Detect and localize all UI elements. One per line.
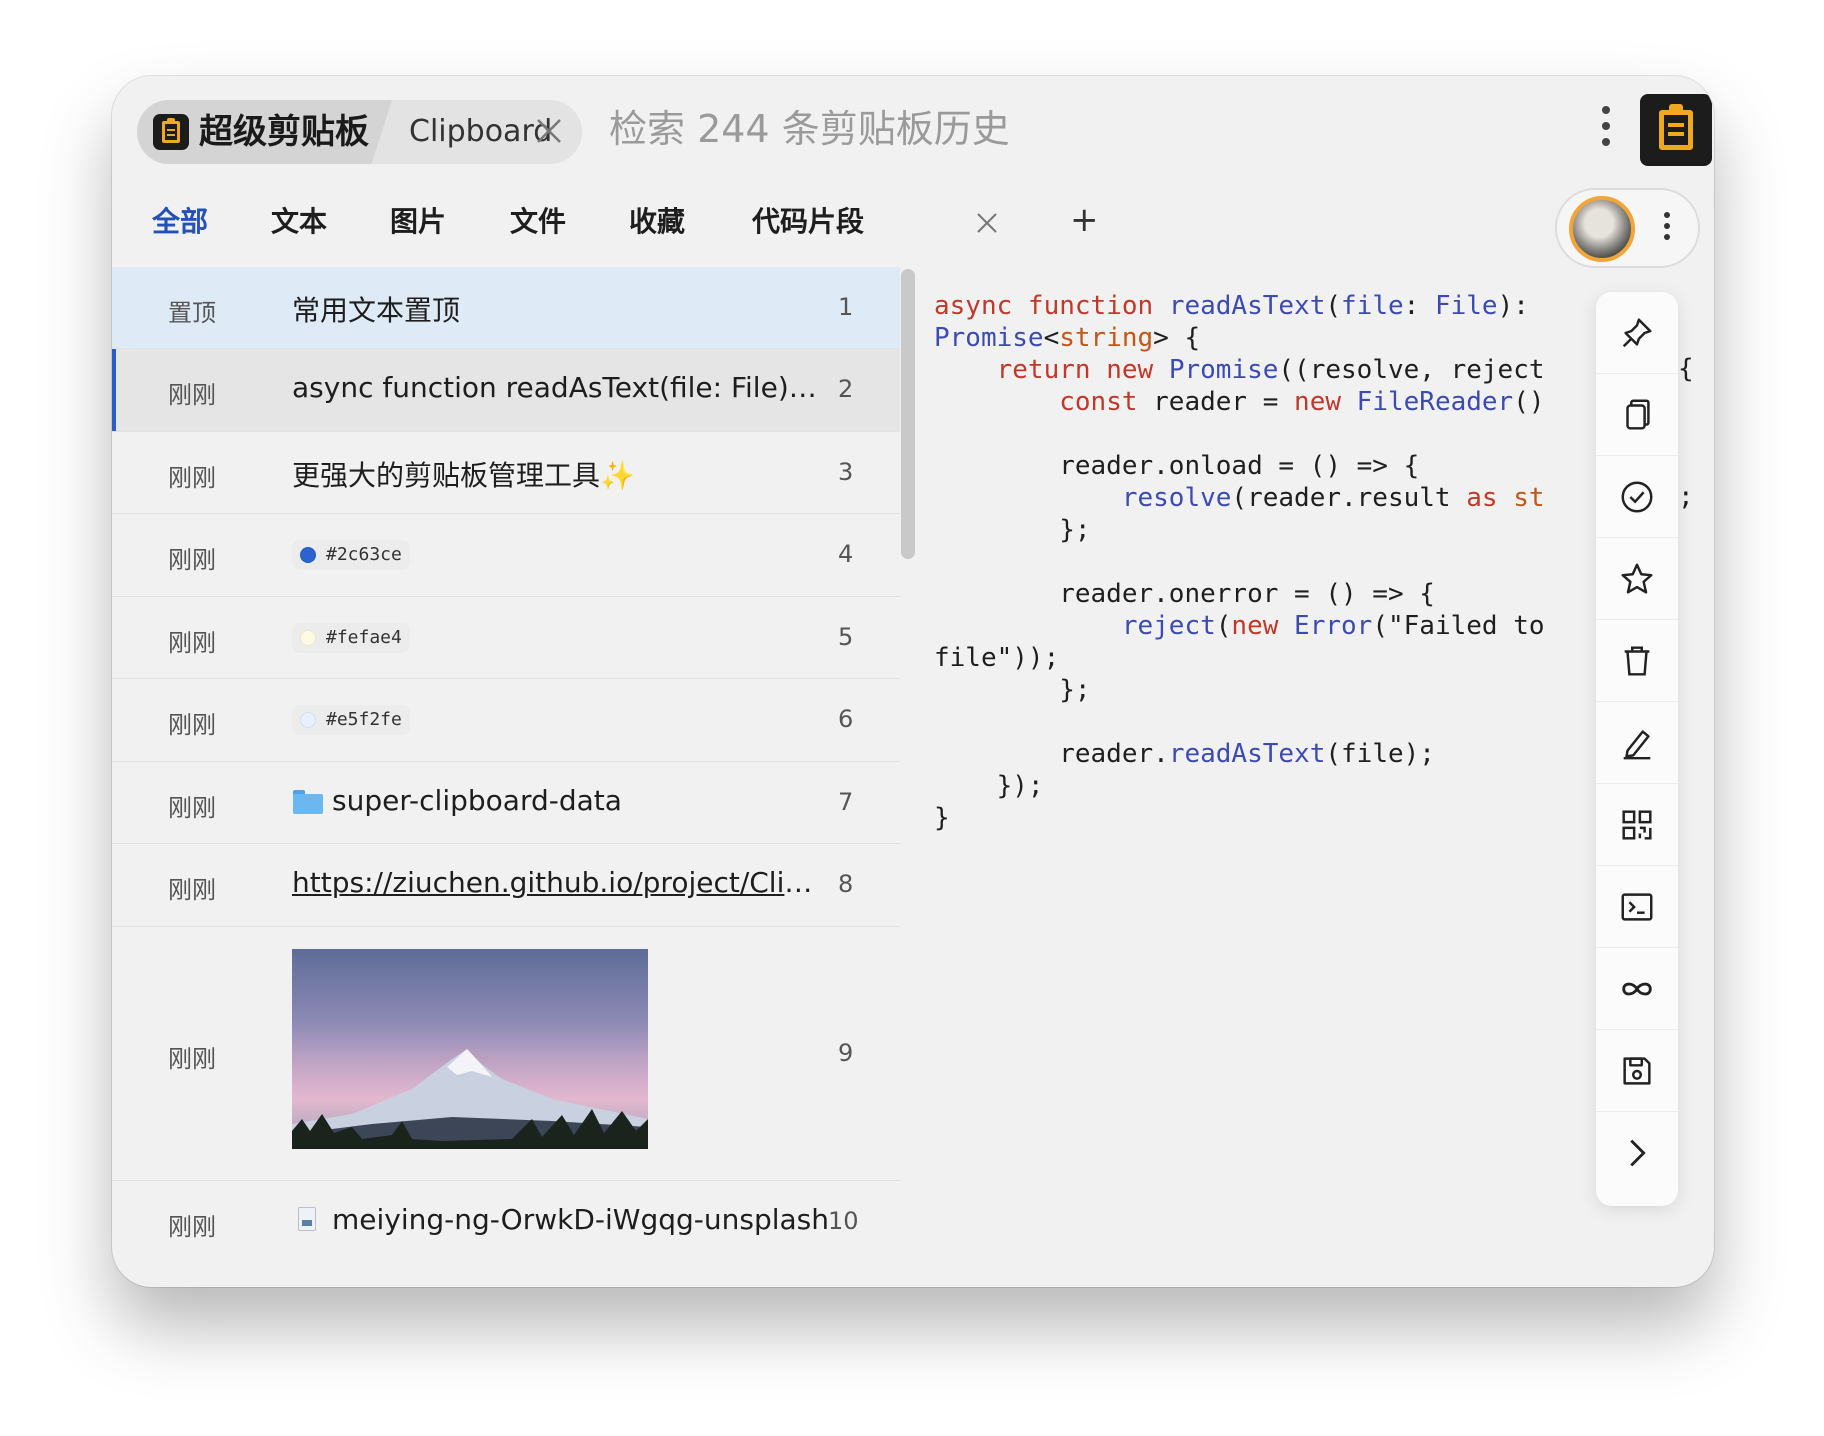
image-file-icon bbox=[298, 1207, 316, 1231]
select-button[interactable] bbox=[1596, 456, 1678, 538]
tab-text[interactable]: 文本 bbox=[271, 202, 327, 242]
item-content: 更强大的剪贴板管理工具✨ bbox=[292, 459, 635, 492]
close-icon[interactable] bbox=[532, 114, 566, 148]
color-swatch bbox=[300, 630, 316, 646]
title-bar: 超级剪贴板 Clipboard 检索 244 条剪贴板历史 bbox=[112, 76, 1714, 186]
delete-button[interactable] bbox=[1596, 620, 1678, 702]
item-index: 2 bbox=[838, 375, 854, 403]
category-tabs: 全部 文本 图片 文件 收藏 代码片段 + bbox=[112, 186, 1714, 276]
tab-images[interactable]: 图片 bbox=[390, 202, 446, 242]
item-time: 刚刚 bbox=[168, 629, 216, 657]
infinity-icon bbox=[1622, 982, 1652, 995]
item-index: 9 bbox=[838, 1039, 854, 1067]
app-tabs: 超级剪贴板 Clipboard bbox=[137, 100, 582, 164]
item-time: 刚刚 bbox=[168, 464, 216, 492]
item-content: super-clipboard-data bbox=[332, 784, 622, 817]
item-content: meiying-ng-OrwkD-iWgqg-unsplash.jp bbox=[332, 1203, 832, 1236]
list-scrollbar[interactable] bbox=[901, 269, 915, 559]
list-item[interactable]: 刚刚 meiying-ng-OrwkD-iWgqg-unsplash.jp 10 bbox=[112, 1181, 900, 1263]
list-item[interactable]: 刚刚 #e5f2fe 6 bbox=[112, 679, 900, 762]
infinite-button[interactable] bbox=[1596, 948, 1678, 1030]
item-time: 刚刚 bbox=[168, 876, 216, 904]
avatar[interactable] bbox=[1569, 196, 1635, 262]
item-index: 5 bbox=[838, 623, 854, 651]
app-logo-icon bbox=[153, 114, 189, 150]
pin-icon bbox=[1622, 317, 1652, 347]
tab-files[interactable]: 文件 bbox=[510, 202, 566, 242]
list-item[interactable]: 刚刚 https://ziuchen.github.io/project/Cli… bbox=[112, 844, 900, 927]
clipboard-history-list: 置顶 常用文本置顶 1 刚刚 async function readAsText… bbox=[112, 267, 900, 1287]
color-chip: #2c63ce bbox=[292, 540, 410, 570]
color-chip: #e5f2fe bbox=[292, 705, 410, 735]
trash-icon bbox=[1624, 645, 1650, 676]
color-hex: #fefae4 bbox=[326, 627, 402, 648]
more-vertical-icon[interactable] bbox=[1599, 106, 1613, 154]
search-input[interactable]: 检索 244 条剪贴板历史 bbox=[609, 104, 1010, 154]
item-time: 刚刚 bbox=[168, 711, 216, 739]
color-swatch bbox=[300, 547, 316, 563]
app-title[interactable]: 超级剪贴板 bbox=[199, 110, 369, 154]
qr-code-icon bbox=[1622, 809, 1652, 840]
list-item[interactable]: 刚刚 更强大的剪贴板管理工具✨ 3 bbox=[112, 432, 900, 514]
image-thumbnail bbox=[292, 949, 648, 1149]
item-index: 4 bbox=[838, 540, 854, 568]
tab-code-snippets[interactable]: 代码片段 bbox=[752, 202, 864, 242]
copy-button[interactable] bbox=[1596, 374, 1678, 456]
item-time: 刚刚 bbox=[168, 1045, 216, 1073]
item-index: 6 bbox=[838, 705, 854, 733]
item-time: 刚刚 bbox=[168, 1213, 216, 1241]
item-index: 8 bbox=[838, 870, 854, 898]
item-time: 置顶 bbox=[168, 299, 216, 327]
clipboard-window: 超级剪贴板 Clipboard 检索 244 条剪贴板历史 全部 文本 图片 文… bbox=[112, 76, 1714, 1287]
add-category-button[interactable]: + bbox=[1070, 200, 1099, 240]
item-index: 1 bbox=[838, 293, 854, 321]
edit-button[interactable] bbox=[1596, 702, 1678, 784]
item-time: 刚刚 bbox=[168, 546, 216, 574]
pin-button[interactable] bbox=[1596, 292, 1678, 374]
more-vertical-icon[interactable] bbox=[1661, 212, 1673, 248]
list-item[interactable]: 刚刚 9 bbox=[112, 927, 900, 1181]
action-toolbar bbox=[1596, 292, 1678, 1206]
check-circle-icon bbox=[1621, 481, 1653, 512]
tab-all[interactable]: 全部 bbox=[152, 202, 208, 242]
color-hex: #e5f2fe bbox=[326, 709, 402, 730]
copy-icon bbox=[1626, 399, 1650, 430]
edit-icon bbox=[1623, 729, 1651, 759]
item-link[interactable]: https://ziuchen.github.io/project/Clipbo… bbox=[292, 866, 822, 899]
list-item[interactable]: 刚刚 #fefae4 5 bbox=[112, 597, 900, 679]
item-time: 刚刚 bbox=[168, 381, 216, 409]
color-hex: #2c63ce bbox=[326, 544, 402, 565]
save-icon bbox=[1623, 1056, 1651, 1085]
clipboard-logo-icon[interactable] bbox=[1640, 94, 1712, 166]
item-content: async function readAsText(file: File): P… bbox=[292, 371, 822, 404]
folder-icon bbox=[293, 790, 323, 814]
list-item[interactable]: 刚刚 #2c63ce 4 bbox=[112, 514, 900, 597]
list-item[interactable]: 刚刚 super-clipboard-data 7 bbox=[112, 762, 900, 844]
item-content: 常用文本置顶 bbox=[292, 294, 461, 327]
color-chip: #fefae4 bbox=[292, 623, 410, 653]
tab-clipboard[interactable]: Clipboard bbox=[409, 112, 552, 152]
user-menu[interactable] bbox=[1555, 188, 1700, 268]
tab-favorites[interactable]: 收藏 bbox=[629, 202, 685, 242]
terminal-button[interactable] bbox=[1596, 866, 1678, 948]
terminal-icon bbox=[1621, 892, 1653, 921]
more-actions-button[interactable] bbox=[1596, 1112, 1678, 1194]
code-overflow-semicolon: ; bbox=[1678, 482, 1694, 512]
item-time: 刚刚 bbox=[168, 794, 216, 822]
save-button[interactable] bbox=[1596, 1030, 1678, 1112]
list-item[interactable]: 置顶 常用文本置顶 1 bbox=[112, 267, 900, 349]
close-icon[interactable] bbox=[974, 210, 1000, 236]
item-index: 10 bbox=[828, 1207, 859, 1235]
star-icon bbox=[1621, 563, 1653, 594]
chevron-right-icon bbox=[1630, 1139, 1646, 1167]
item-index: 3 bbox=[838, 458, 854, 486]
color-swatch bbox=[300, 712, 316, 728]
qr-code-button[interactable] bbox=[1596, 784, 1678, 866]
favorite-button[interactable] bbox=[1596, 538, 1678, 620]
item-index: 7 bbox=[838, 788, 854, 816]
list-item[interactable]: 刚刚 async function readAsText(file: File)… bbox=[112, 349, 900, 432]
code-overflow-brace: { bbox=[1678, 354, 1694, 384]
